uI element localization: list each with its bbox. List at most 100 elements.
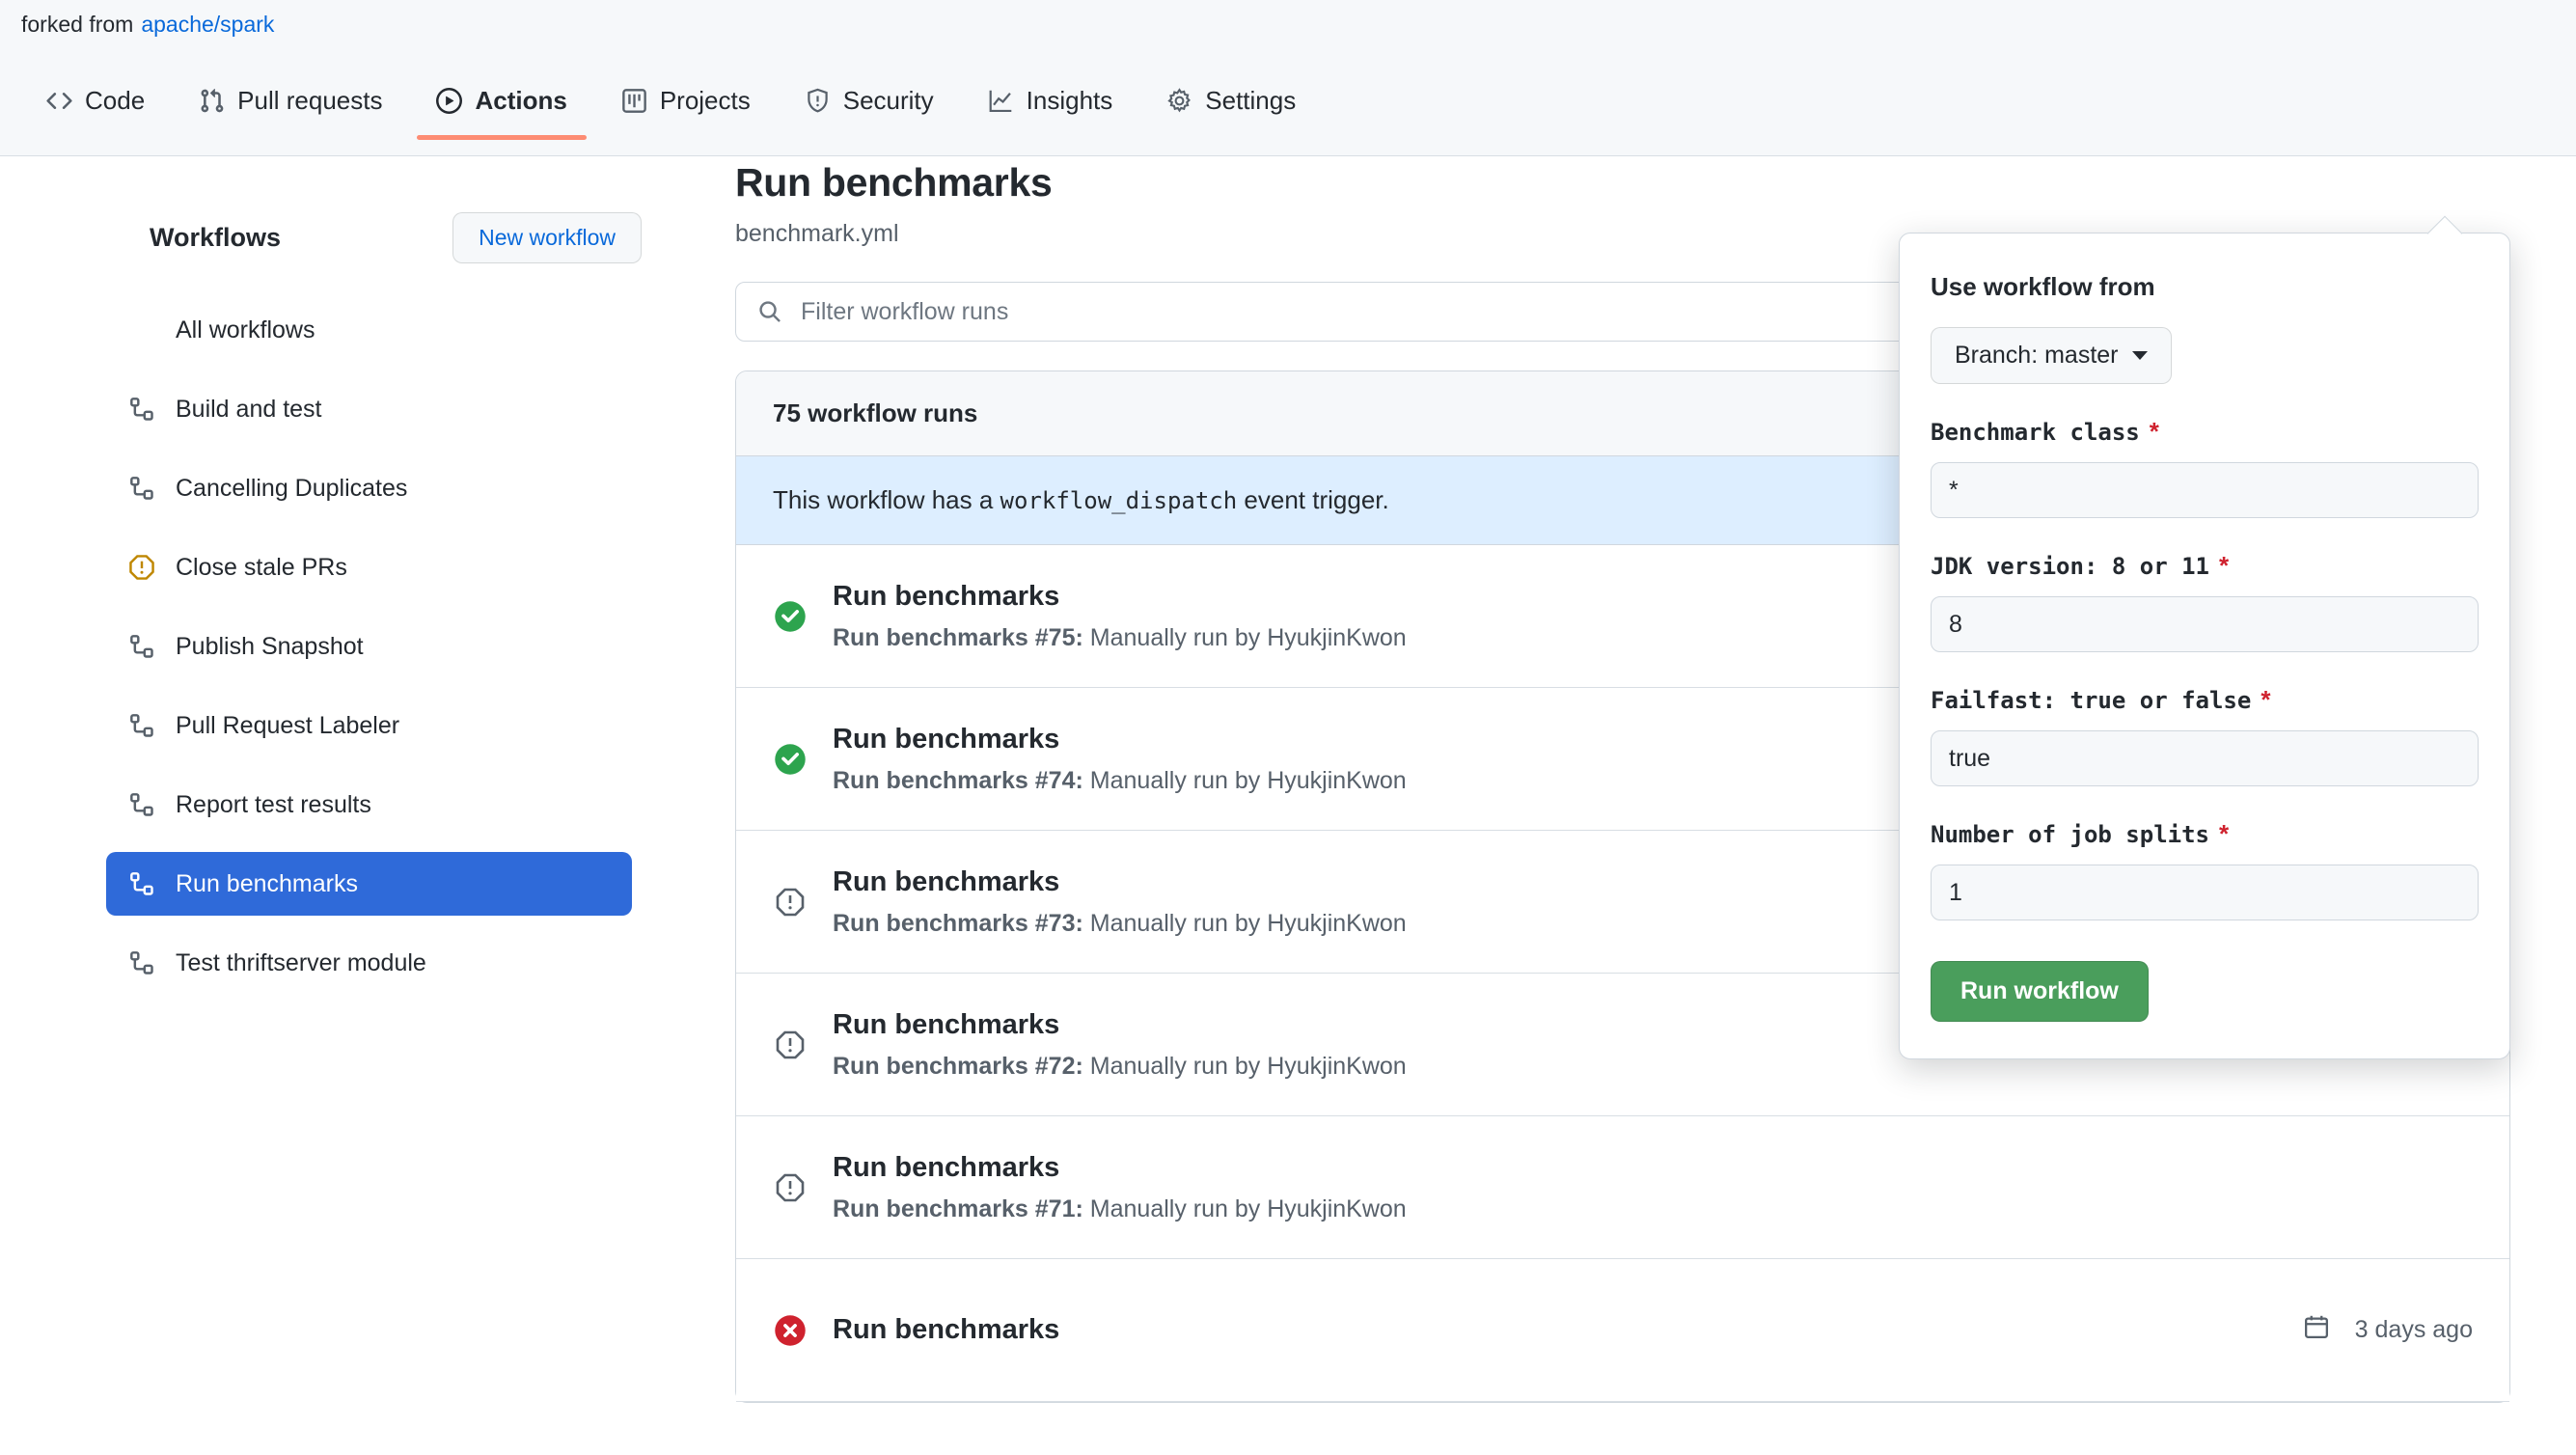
nav-tab-projects[interactable]: Projects xyxy=(594,63,778,138)
run-meta-rest: Manually run by HyukjinKwon xyxy=(1090,1195,1407,1222)
status-stale-icon xyxy=(773,885,808,920)
nav-tab-actions[interactable]: Actions xyxy=(409,63,593,138)
run-meta: Run benchmarks #71: Manually run by Hyuk… xyxy=(833,1195,1407,1223)
status-success-icon xyxy=(773,742,808,777)
run-meta-title: Run benchmarks #72: xyxy=(833,1053,1083,1080)
run-timestamp: 3 days ago xyxy=(2303,1313,2473,1347)
run-time-label: 3 days ago xyxy=(2355,1316,2473,1344)
jdk-version-input[interactable] xyxy=(1931,596,2479,652)
workflows-title: Workflows xyxy=(150,223,281,253)
git-pull-request-icon xyxy=(199,88,225,114)
nav-tab-projects-label: Projects xyxy=(660,86,751,116)
required-asterisk: * xyxy=(2219,551,2229,581)
sidebar-item-publish-snapshot[interactable]: Publish Snapshot xyxy=(106,615,632,678)
workflow-icon xyxy=(127,474,156,503)
table-row[interactable]: Run benchmarks Run benchmarks #71: Manua… xyxy=(736,1116,2509,1259)
run-title-link[interactable]: Run benchmarks xyxy=(833,1009,1407,1041)
run-title-link[interactable]: Run benchmarks xyxy=(833,581,1407,613)
new-workflow-button[interactable]: New workflow xyxy=(452,212,642,263)
field-failfast: Failfast: true or false * xyxy=(1931,685,2479,786)
workflow-dispatch-text: This workflow has a workflow_dispatch ev… xyxy=(773,485,1389,515)
run-texts: Run benchmarks Run benchmarks #71: Manua… xyxy=(833,1152,1407,1223)
forked-from-strip: forked from apache/spark xyxy=(0,0,2576,48)
sidebar-item-label: Cancelling Duplicates xyxy=(176,475,407,503)
run-texts: Run benchmarks xyxy=(833,1314,1059,1346)
forked-from-repo-link[interactable]: apache/spark xyxy=(141,12,274,38)
run-texts: Run benchmarks Run benchmarks #75: Manua… xyxy=(833,581,1407,652)
workflow-runs-count: 75 workflow runs xyxy=(773,398,977,428)
run-meta-rest: Manually run by HyukjinKwon xyxy=(1090,1053,1407,1080)
workflow-icon xyxy=(127,711,156,740)
field-benchmark-class: Benchmark class * xyxy=(1931,417,2479,518)
run-meta-title: Run benchmarks #75: xyxy=(833,624,1083,651)
repo-nav: Code Pull requests Actions Projects Secu… xyxy=(0,48,2576,156)
workflow-main-panel: Run benchmarks benchmark.yml 75 work xyxy=(735,156,2510,1403)
use-workflow-from-label: Use workflow from xyxy=(1931,272,2479,302)
run-meta-title: Run benchmarks #74: xyxy=(833,767,1083,794)
sidebar-item-label: Close stale PRs xyxy=(176,554,347,582)
sidebar-item-label: Publish Snapshot xyxy=(176,633,364,661)
sidebar-item-cancelling-duplicates[interactable]: Cancelling Duplicates xyxy=(106,456,632,520)
status-success-icon xyxy=(773,599,808,634)
run-meta-title: Run benchmarks #73: xyxy=(833,910,1083,937)
nav-tab-security[interactable]: Security xyxy=(778,63,961,138)
run-workflow-submit-button[interactable]: Run workflow xyxy=(1931,961,2149,1022)
dispatch-text-before: This workflow has a xyxy=(773,485,993,514)
run-title-link[interactable]: Run benchmarks xyxy=(833,724,1407,755)
workflows-sidebar-header: Workflows New workflow xyxy=(106,212,642,263)
sidebar-item-report-test-results[interactable]: Report test results xyxy=(106,773,632,837)
field-label-text: Benchmark class xyxy=(1931,419,2140,446)
nav-tab-settings[interactable]: Settings xyxy=(1139,63,1323,138)
sidebar-item-close-stale-prs[interactable]: Close stale PRs xyxy=(106,535,632,599)
run-meta-rest: Manually run by HyukjinKwon xyxy=(1090,624,1407,651)
failfast-input[interactable] xyxy=(1931,730,2479,786)
play-circle-icon xyxy=(436,88,462,114)
code-icon xyxy=(46,88,72,114)
nav-tab-insights-label: Insights xyxy=(1027,86,1113,116)
workflow-icon xyxy=(127,395,156,424)
run-meta-title: Run benchmarks #71: xyxy=(833,1195,1083,1222)
sidebar-item-label: Test thriftserver module xyxy=(176,949,426,977)
nav-tab-settings-label: Settings xyxy=(1205,86,1296,116)
required-asterisk: * xyxy=(2150,417,2159,447)
search-icon xyxy=(757,299,782,324)
run-meta-rest: Manually run by HyukjinKwon xyxy=(1090,767,1407,794)
benchmark-class-input[interactable] xyxy=(1931,462,2479,518)
nav-tab-security-label: Security xyxy=(843,86,934,116)
sidebar-item-build-and-test[interactable]: Build and test xyxy=(106,377,632,441)
workflow-list: All workflows Build and test Cancelling … xyxy=(106,298,685,995)
job-splits-input[interactable] xyxy=(1931,865,2479,920)
run-meta: Run benchmarks #73: Manually run by Hyuk… xyxy=(833,910,1407,938)
nav-tab-pull-requests[interactable]: Pull requests xyxy=(172,63,409,138)
run-title-link[interactable]: Run benchmarks xyxy=(833,1152,1407,1184)
nav-tab-code[interactable]: Code xyxy=(19,63,172,138)
gear-icon xyxy=(1166,88,1192,114)
sidebar-item-test-thriftserver-module[interactable]: Test thriftserver module xyxy=(106,931,632,995)
run-title-link[interactable]: Run benchmarks xyxy=(833,866,1407,898)
sidebar-item-label: Report test results xyxy=(176,791,371,819)
dispatch-text-after: event trigger. xyxy=(1244,485,1388,514)
nav-tab-insights[interactable]: Insights xyxy=(961,63,1140,138)
sidebar-item-all-workflows[interactable]: All workflows xyxy=(106,298,632,362)
workflows-sidebar: Workflows New workflow All workflows Bui… xyxy=(106,212,685,1010)
sidebar-item-label: Pull Request Labeler xyxy=(176,712,399,740)
field-jdk-version-label: JDK version: 8 or 11 * xyxy=(1931,551,2479,581)
table-row[interactable]: Run benchmarks 3 days ago xyxy=(736,1259,2509,1402)
run-title-link[interactable]: Run benchmarks xyxy=(833,1314,1059,1346)
field-job-splits-label: Number of job splits * xyxy=(1931,819,2479,849)
sidebar-item-run-benchmarks[interactable]: Run benchmarks xyxy=(106,852,632,916)
github-actions-page: forked from apache/spark Code Pull reque… xyxy=(0,0,2576,1455)
warning-octagon-icon xyxy=(127,553,156,582)
shield-icon xyxy=(805,88,831,114)
spacer-icon xyxy=(127,316,156,344)
forked-from-label: forked from xyxy=(21,12,133,38)
workflow-runs-card: 75 workflow runs Event Status Branch xyxy=(735,371,2510,1403)
sidebar-item-pull-request-labeler[interactable]: Pull Request Labeler xyxy=(106,694,632,757)
field-label-text: Failfast: true or false xyxy=(1931,687,2251,714)
field-benchmark-class-label: Benchmark class * xyxy=(1931,417,2479,447)
calendar-icon xyxy=(2303,1313,2330,1347)
field-label-text: Number of job splits xyxy=(1931,821,2209,848)
field-failfast-label: Failfast: true or false * xyxy=(1931,685,2479,715)
branch-selector-button[interactable]: Branch: master xyxy=(1931,327,2172,384)
run-texts: Run benchmarks Run benchmarks #74: Manua… xyxy=(833,724,1407,795)
